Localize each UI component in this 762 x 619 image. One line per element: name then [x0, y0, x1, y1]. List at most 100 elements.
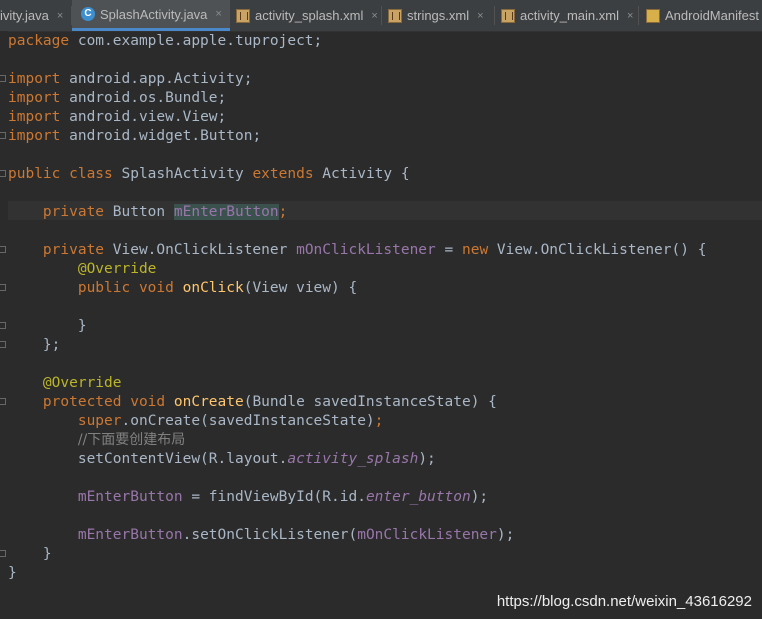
method-call: .setOnClickListener(	[182, 527, 358, 543]
method-call: setContentView(R.layout.	[77, 451, 288, 467]
class-name: SplashActivity	[112, 166, 253, 182]
xml-file-icon	[236, 8, 250, 23]
keyword: private	[42, 204, 105, 220]
method-name: onCreate	[173, 394, 244, 410]
superclass: Activity {	[313, 166, 410, 182]
close-icon[interactable]: ×	[477, 10, 483, 22]
field-name: mOnClickListener	[296, 242, 436, 258]
keyword: package	[8, 33, 70, 49]
editor-tab-bar: ivity.java × C SplashActivity.java × act…	[0, 0, 762, 32]
tab-divider	[638, 6, 639, 25]
field-name: mEnterButton	[173, 204, 279, 220]
tab-strings-xml[interactable]: strings.xml ×	[388, 0, 484, 31]
code-line-8[interactable]: public class SplashActivity extends Acti…	[8, 165, 410, 184]
fold-marker-icon[interactable]	[0, 132, 6, 139]
semicolon: ;	[278, 204, 288, 220]
tab-divider	[494, 6, 495, 25]
method-name: onClick	[182, 280, 244, 296]
code-line-12[interactable]: private View.OnClickListener mOnClickLis…	[8, 241, 707, 260]
watermark: https://blog.csdn.net/weixin_43616292	[496, 593, 752, 610]
method-params: (Bundle savedInstanceState) {	[243, 394, 497, 410]
fold-marker-icon[interactable]	[0, 246, 6, 253]
fold-marker-icon[interactable]	[0, 322, 6, 329]
field-name: mEnterButton	[77, 489, 183, 505]
tab-divider	[229, 6, 230, 25]
operator: =	[435, 242, 462, 258]
call-end: );	[496, 527, 515, 543]
xml-file-icon	[501, 8, 515, 23]
fold-marker-icon[interactable]	[0, 170, 6, 177]
field-name: mOnClickListener	[357, 527, 497, 543]
code-line-25[interactable]: mEnterButton = findViewById(R.id.enter_b…	[8, 488, 488, 507]
keyword: protected void	[42, 394, 166, 410]
fold-marker-icon[interactable]	[0, 398, 6, 405]
code-line-20[interactable]: protected void onCreate(Bundle savedInst…	[8, 393, 497, 412]
code-line-29[interactable]: }	[8, 564, 17, 583]
code-line-17[interactable]: };	[8, 336, 60, 355]
code-line-14[interactable]: public void onClick(View view) {	[8, 279, 357, 298]
keyword: import	[8, 71, 61, 87]
tab-activity-main-xml[interactable]: activity_main.xml ×	[501, 0, 633, 31]
call-end: );	[418, 451, 436, 467]
code-line-19[interactable]: @Override	[8, 374, 122, 393]
close-icon[interactable]: ×	[627, 10, 633, 22]
method-call: = findViewById(R.id.	[182, 489, 366, 505]
fold-marker-icon[interactable]	[0, 341, 6, 348]
brace: }	[42, 546, 52, 562]
resource-field: activity_splash	[287, 451, 419, 467]
tab-label: SplashActivity.java	[100, 6, 208, 22]
code-line-3[interactable]: import android.app.Activity;	[8, 70, 252, 89]
tab-label: ivity.java	[0, 8, 49, 23]
annotation: @Override	[77, 261, 157, 277]
code-line-27[interactable]: mEnterButton.setOnClickListener(mOnClick…	[8, 526, 515, 545]
tab-label: activity_splash.xml	[255, 8, 364, 23]
code-line-28[interactable]: }	[8, 545, 52, 564]
code-line-22[interactable]: //下面要创建布局	[8, 431, 185, 450]
manifest-file-icon	[646, 8, 660, 23]
keyword: private	[42, 242, 105, 258]
code-line-16[interactable]: }	[8, 317, 87, 336]
type-name: Button	[104, 204, 174, 220]
import-path: android.view.View;	[60, 109, 227, 125]
fold-marker-icon[interactable]	[0, 550, 6, 557]
code-line-10[interactable]: private Button mEnterButton;	[8, 203, 287, 222]
xml-file-icon	[388, 8, 402, 23]
annotation: @Override	[42, 375, 122, 391]
close-icon[interactable]: ×	[57, 10, 63, 22]
code-line-23[interactable]: setContentView(R.layout.activity_splash)…	[8, 450, 436, 469]
tab-splash-activity-java[interactable]: C SplashActivity.java ×	[72, 0, 230, 31]
keyword: import	[8, 109, 61, 125]
tab-label: AndroidManifest	[665, 8, 759, 23]
tab-activity-java[interactable]: ivity.java ×	[0, 0, 63, 31]
code-line-21[interactable]: super.onCreate(savedInstanceState);	[8, 412, 384, 431]
constructor-call: View.OnClickListener() {	[488, 242, 707, 258]
package-name: com.example.apple.tuproject;	[69, 33, 323, 49]
keyword: extends	[252, 166, 314, 182]
keyword: import	[8, 128, 61, 144]
comment: //下面要创建布局	[77, 432, 186, 448]
tab-label: activity_main.xml	[520, 8, 619, 23]
close-icon[interactable]: ×	[215, 8, 221, 20]
import-path: android.app.Activity;	[60, 71, 253, 87]
code-line-4[interactable]: import android.os.Bundle;	[8, 89, 226, 108]
brace: };	[42, 337, 61, 353]
close-icon[interactable]: ×	[371, 10, 377, 22]
code-line-1[interactable]: package com.example.apple.tuproject;	[8, 32, 322, 51]
call-end: );	[470, 489, 489, 505]
tab-activity-splash-xml[interactable]: activity_splash.xml ×	[236, 0, 378, 31]
code-line-5[interactable]: import android.view.View;	[8, 108, 226, 127]
tab-android-manifest[interactable]: AndroidManifest	[646, 0, 759, 31]
field-name: mEnterButton	[77, 527, 183, 543]
type-name: View.OnClickListener	[104, 242, 297, 258]
fold-marker-icon[interactable]	[0, 284, 6, 291]
keyword: import	[8, 90, 61, 106]
code-line-6[interactable]: import android.widget.Button;	[8, 127, 261, 146]
method-call: .onCreate(savedInstanceState)	[121, 413, 375, 429]
keyword: new	[461, 242, 489, 258]
fold-marker-icon[interactable]	[0, 75, 6, 82]
resource-field: enter_button	[365, 489, 471, 505]
brace: }	[8, 565, 17, 581]
code-editor[interactable]: package com.example.apple.tuproject; imp…	[0, 31, 762, 619]
import-path: android.os.Bundle;	[60, 90, 227, 106]
code-line-13[interactable]: @Override	[8, 260, 157, 279]
